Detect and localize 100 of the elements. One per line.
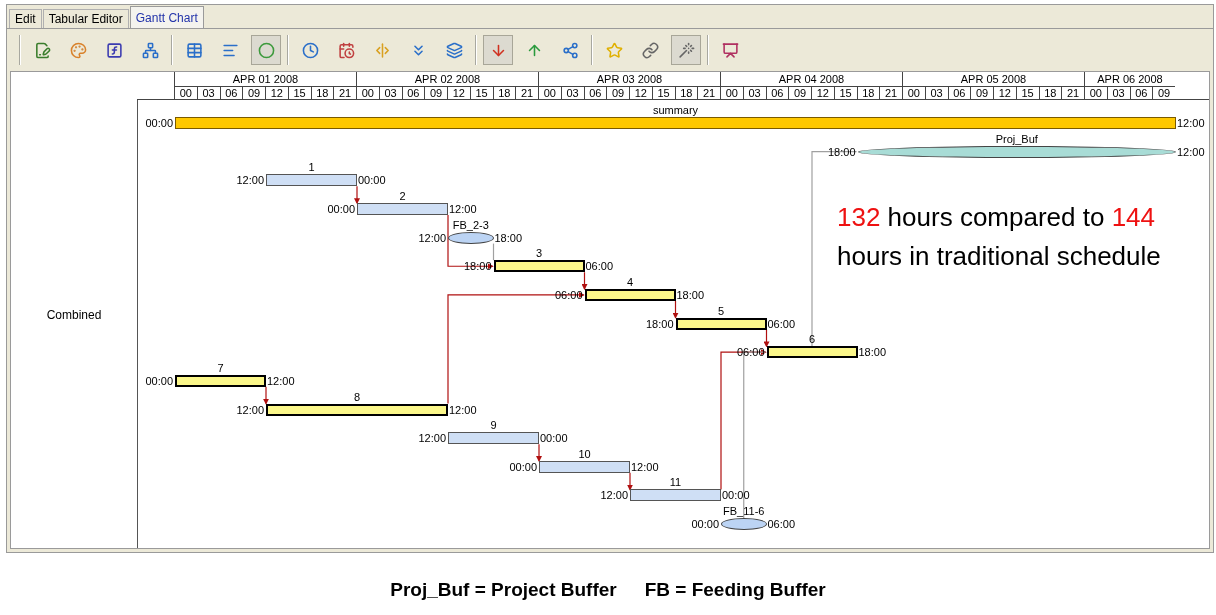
date-header: APR 05 2008 xyxy=(902,72,1084,86)
hour-header: 06 xyxy=(583,87,607,100)
hour-header: 00 xyxy=(356,87,379,100)
hour-header: 12 xyxy=(993,87,1016,100)
hour-header: 09 xyxy=(970,87,993,100)
start-time: 12:00 xyxy=(235,404,264,416)
tab[interactable]: Edit xyxy=(9,9,42,28)
task-label: FB_2-3 xyxy=(452,219,489,231)
task-label: 11 xyxy=(669,477,682,489)
hour-header: 00 xyxy=(538,87,561,100)
legend-text: FB = Feeding Buffer xyxy=(644,577,826,602)
start-time: 12:00 xyxy=(417,232,446,244)
task-bar[interactable] xyxy=(448,432,539,445)
end-time: 06:00 xyxy=(767,519,796,531)
task-bar[interactable] xyxy=(675,317,767,330)
task-bar[interactable] xyxy=(357,202,448,215)
hour-header: 06 xyxy=(947,87,971,100)
hour-header: 09 xyxy=(1152,87,1175,100)
end-time: 18:00 xyxy=(494,232,523,244)
task-label: summary xyxy=(652,105,699,116)
link-icon xyxy=(641,41,659,59)
palette-icon xyxy=(69,41,87,59)
toolbar-button[interactable] xyxy=(671,35,701,65)
hour-header: 21 xyxy=(1061,87,1084,100)
hour-header: 15 xyxy=(287,87,311,100)
hour-header: 18 xyxy=(674,87,698,100)
task-bar[interactable] xyxy=(493,260,585,273)
end-time: 12:00 xyxy=(449,404,477,416)
date-header: APR 03 2008 xyxy=(538,72,720,86)
dependency-line xyxy=(627,472,633,491)
layers-icon xyxy=(445,41,463,59)
hour-header: 06 xyxy=(401,87,425,100)
start-time: 00:00 xyxy=(144,118,173,129)
toolbar-button[interactable] xyxy=(483,35,513,65)
task-label: 3 xyxy=(535,248,543,260)
hour-header: 03 xyxy=(196,87,220,100)
end-time: 18:00 xyxy=(676,289,705,301)
table-icon xyxy=(185,41,203,59)
task-label: 4 xyxy=(626,276,634,288)
tab[interactable]: Tabular Editor xyxy=(42,9,129,28)
hour-header: 21 xyxy=(333,87,356,100)
hour-header: 15 xyxy=(1015,87,1039,100)
task-label: FB_11-6 xyxy=(723,506,765,518)
task-label: Proj_Buf xyxy=(995,133,1038,145)
buffer-ellipse[interactable] xyxy=(448,231,494,244)
presentation-icon xyxy=(721,41,739,59)
legend-text: Proj_Buf = Project Buffer xyxy=(390,577,617,602)
date-header: APR 02 2008 xyxy=(356,72,538,86)
hour-header: 21 xyxy=(879,87,902,100)
hour-header: 09 xyxy=(424,87,447,100)
task-bar[interactable] xyxy=(266,403,448,416)
split-icon xyxy=(373,41,391,59)
start-time: 06:00 xyxy=(735,347,765,359)
resource-label: Combined xyxy=(46,307,102,324)
hour-header: 15 xyxy=(651,87,675,100)
end-time: 06:00 xyxy=(767,318,796,330)
summary-bar[interactable] xyxy=(175,117,1176,129)
hour-header: 06 xyxy=(765,87,789,100)
start-time: 00:00 xyxy=(690,519,719,531)
task-bar[interactable] xyxy=(630,489,721,502)
task-label: 2 xyxy=(399,190,406,202)
hour-header: 03 xyxy=(1106,87,1130,100)
calendar-clock-icon xyxy=(337,41,355,59)
hour-header: 09 xyxy=(606,87,629,100)
hour-header: 03 xyxy=(924,87,948,100)
hour-header: 15 xyxy=(469,87,493,100)
end-time: 00:00 xyxy=(722,490,750,502)
comparison-note: 132 hours compared to 144 hours in traditional schedule xyxy=(837,201,1162,273)
hour-header: 03 xyxy=(378,87,402,100)
hour-header: 12 xyxy=(811,87,834,100)
hour-header: 18 xyxy=(310,87,334,100)
hour-header: 18 xyxy=(1038,87,1062,100)
edit-icon xyxy=(33,41,51,59)
end-time: 18:00 xyxy=(858,347,887,359)
tab[interactable]: Gantt Chart xyxy=(129,6,204,28)
buffer-ellipse[interactable] xyxy=(721,518,767,531)
hour-header: 12 xyxy=(447,87,470,100)
task-label: 8 xyxy=(353,391,361,403)
end-time: 00:00 xyxy=(540,433,568,445)
clock-icon xyxy=(301,41,319,59)
date-header: APR 06 2008 xyxy=(1084,72,1175,86)
task-label: 10 xyxy=(578,448,591,460)
hour-header: 00 xyxy=(174,87,197,100)
hour-header: 03 xyxy=(742,87,766,100)
end-time: 12:00 xyxy=(1177,118,1205,129)
hour-header: 00 xyxy=(902,87,925,100)
task-bar[interactable] xyxy=(584,288,676,301)
hour-header: 15 xyxy=(833,87,857,100)
dependency-line xyxy=(354,185,360,205)
task-bar[interactable] xyxy=(766,346,858,359)
task-bar[interactable] xyxy=(266,174,357,187)
task-bar[interactable] xyxy=(539,460,630,473)
start-time: 12:00 xyxy=(417,433,446,445)
hour-header: 00 xyxy=(1084,87,1107,100)
end-time: 06:00 xyxy=(585,261,614,273)
task-bar[interactable] xyxy=(175,374,266,387)
start-time: 12:00 xyxy=(235,175,264,187)
end-time: 12:00 xyxy=(1177,146,1205,158)
network-icon xyxy=(141,41,159,59)
task-label: 6 xyxy=(808,334,816,346)
